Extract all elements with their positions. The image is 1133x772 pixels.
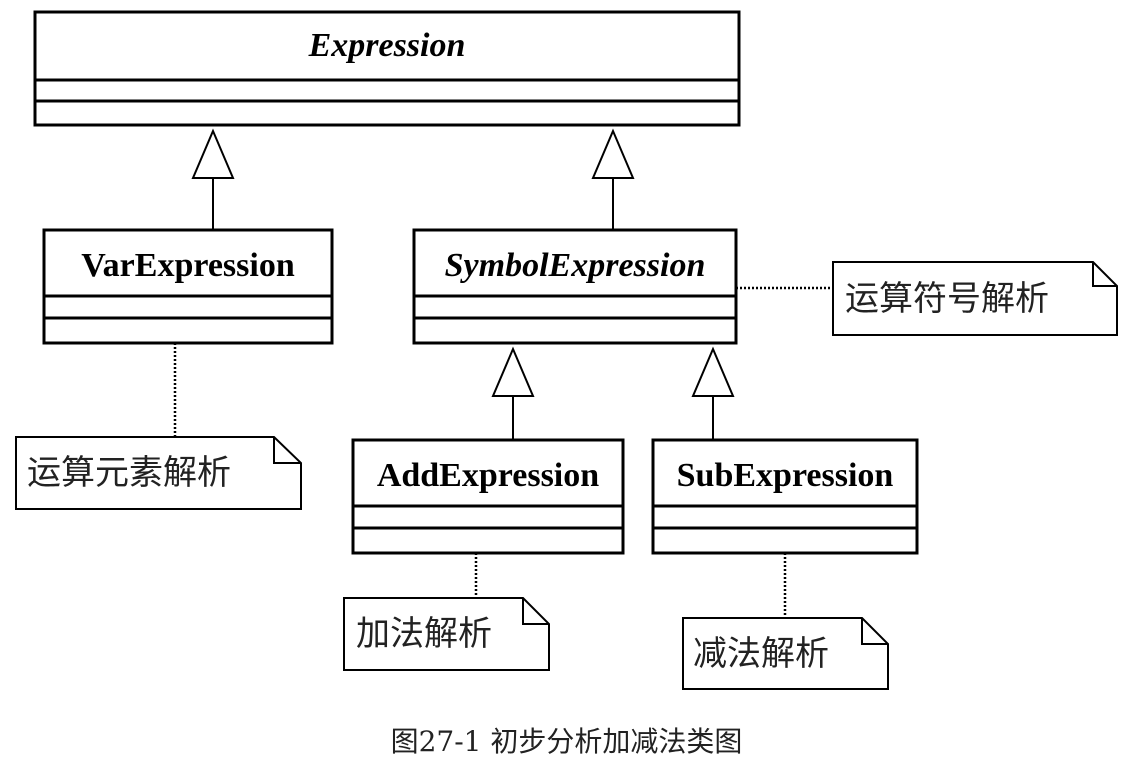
- note-text-var: 运算元素解析: [27, 453, 231, 493]
- note-text-symbol: 运算符号解析: [845, 279, 1049, 319]
- note-text-add: 加法解析: [356, 614, 492, 654]
- class-var-expression: VarExpression: [42, 228, 334, 345]
- figure-caption: 图27-1 初步分析加减法类图: [390, 725, 743, 758]
- class-name-add-expression: AddExpression: [377, 457, 599, 494]
- class-name-sub-expression: SubExpression: [677, 457, 894, 494]
- inheritance-symbol-to-expression: [591, 128, 635, 230]
- uml-class-diagram: Expression VarExpression SymbolExpressio…: [15, 10, 1118, 690]
- note-var: 运算元素解析: [15, 343, 302, 510]
- class-name-expression: Expression: [308, 27, 466, 64]
- note-text-sub: 减法解析: [693, 634, 829, 674]
- class-name-symbol-expression: SymbolExpression: [445, 247, 706, 284]
- class-sub-expression: SubExpression: [651, 438, 919, 555]
- note-add: 加法解析: [343, 553, 550, 671]
- inheritance-sub-to-symbol: [691, 346, 735, 440]
- class-name-var-expression: VarExpression: [81, 247, 295, 284]
- note-sub: 减法解析: [682, 553, 889, 690]
- class-symbol-expression: SymbolExpression: [412, 228, 738, 345]
- class-add-expression: AddExpression: [351, 438, 625, 555]
- note-symbol: 运算符号解析: [736, 261, 1118, 336]
- inheritance-add-to-symbol: [491, 346, 535, 440]
- inheritance-var-to-expression: [191, 128, 235, 230]
- class-expression: Expression: [33, 10, 741, 127]
